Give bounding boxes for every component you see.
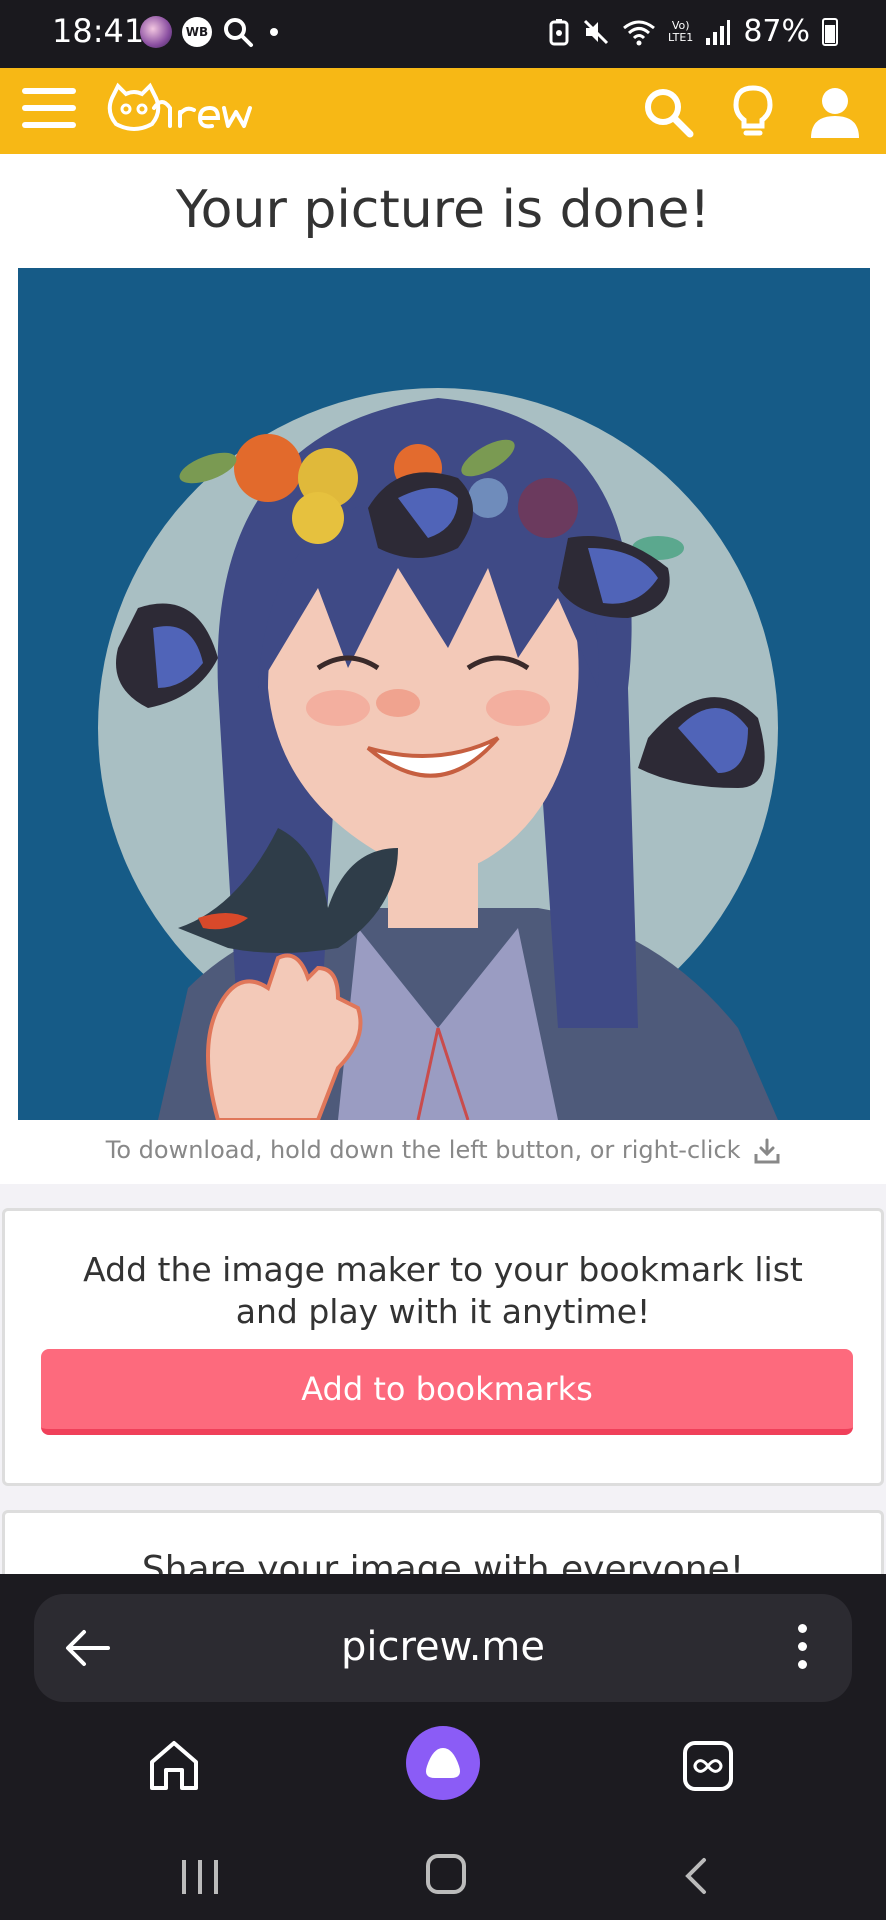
site-header: [0, 68, 886, 154]
menu-bar-icon: [22, 122, 76, 128]
system-home-button[interactable]: [426, 1854, 466, 1894]
lightbulb-icon[interactable]: [728, 84, 778, 140]
battery-icon: [822, 17, 838, 46]
more-notifications-dot: [270, 28, 278, 36]
menu-bar-icon: [22, 88, 76, 94]
share-card: Share your image with everyone!: [2, 1510, 884, 1574]
search-icon[interactable]: [640, 84, 696, 140]
menu-button[interactable]: [22, 88, 76, 132]
page-title: Your picture is done!: [175, 180, 711, 240]
recent-apps-icon[interactable]: [180, 1858, 220, 1896]
status-system-icons: Vo) LTE1 87%: [548, 14, 838, 49]
menu-bar-icon: [22, 105, 76, 111]
address-bar[interactable]: picrew.me: [34, 1594, 852, 1702]
lte-indicator: Vo) LTE1: [668, 18, 694, 44]
generated-picture[interactable]: [18, 268, 870, 1120]
notification-avatar-icon: [140, 16, 172, 48]
download-icon: [754, 1138, 780, 1164]
mute-icon: [583, 19, 609, 44]
battery-saver-icon: [549, 18, 569, 45]
status-time: 18:41: [52, 12, 145, 50]
user-profile-icon[interactable]: [808, 84, 862, 140]
download-hint: To download, hold down the left button, …: [0, 1136, 886, 1164]
more-options-icon[interactable]: [798, 1624, 808, 1678]
alice-assistant-button[interactable]: [406, 1726, 480, 1800]
status-notification-icons: WB: [140, 16, 278, 48]
add-to-bookmarks-button[interactable]: Add to bookmarks: [41, 1349, 853, 1435]
bookmark-prompt: Add the image maker to your bookmark lis…: [83, 1250, 803, 1331]
page-content: Your picture is done! To download, hold …: [0, 154, 886, 1574]
home-icon[interactable]: [146, 1738, 202, 1794]
avatar-illustration: [18, 268, 870, 1120]
wifi-icon: [623, 20, 655, 45]
system-back-icon[interactable]: [680, 1856, 710, 1896]
battery-percentage: 87%: [743, 14, 810, 49]
assistant-icon: [426, 1748, 460, 1778]
status-bar: 18:41 WB Vo) LTE1 87%: [0, 0, 886, 68]
url-text[interactable]: picrew.me: [34, 1624, 852, 1670]
bookmark-card: Add the image maker to your bookmark lis…: [2, 1208, 884, 1486]
picrew-logo[interactable]: [104, 82, 284, 142]
result-card: Your picture is done! To download, hold …: [0, 154, 886, 1184]
tabs-icon[interactable]: [680, 1738, 736, 1794]
share-heading: Share your image with everyone!: [141, 1549, 745, 1574]
browser-bottom-bar: picrew.me: [0, 1574, 886, 1920]
signal-icon: [706, 19, 731, 45]
wb-app-icon: WB: [182, 17, 212, 47]
search-notification-icon: [224, 18, 253, 47]
